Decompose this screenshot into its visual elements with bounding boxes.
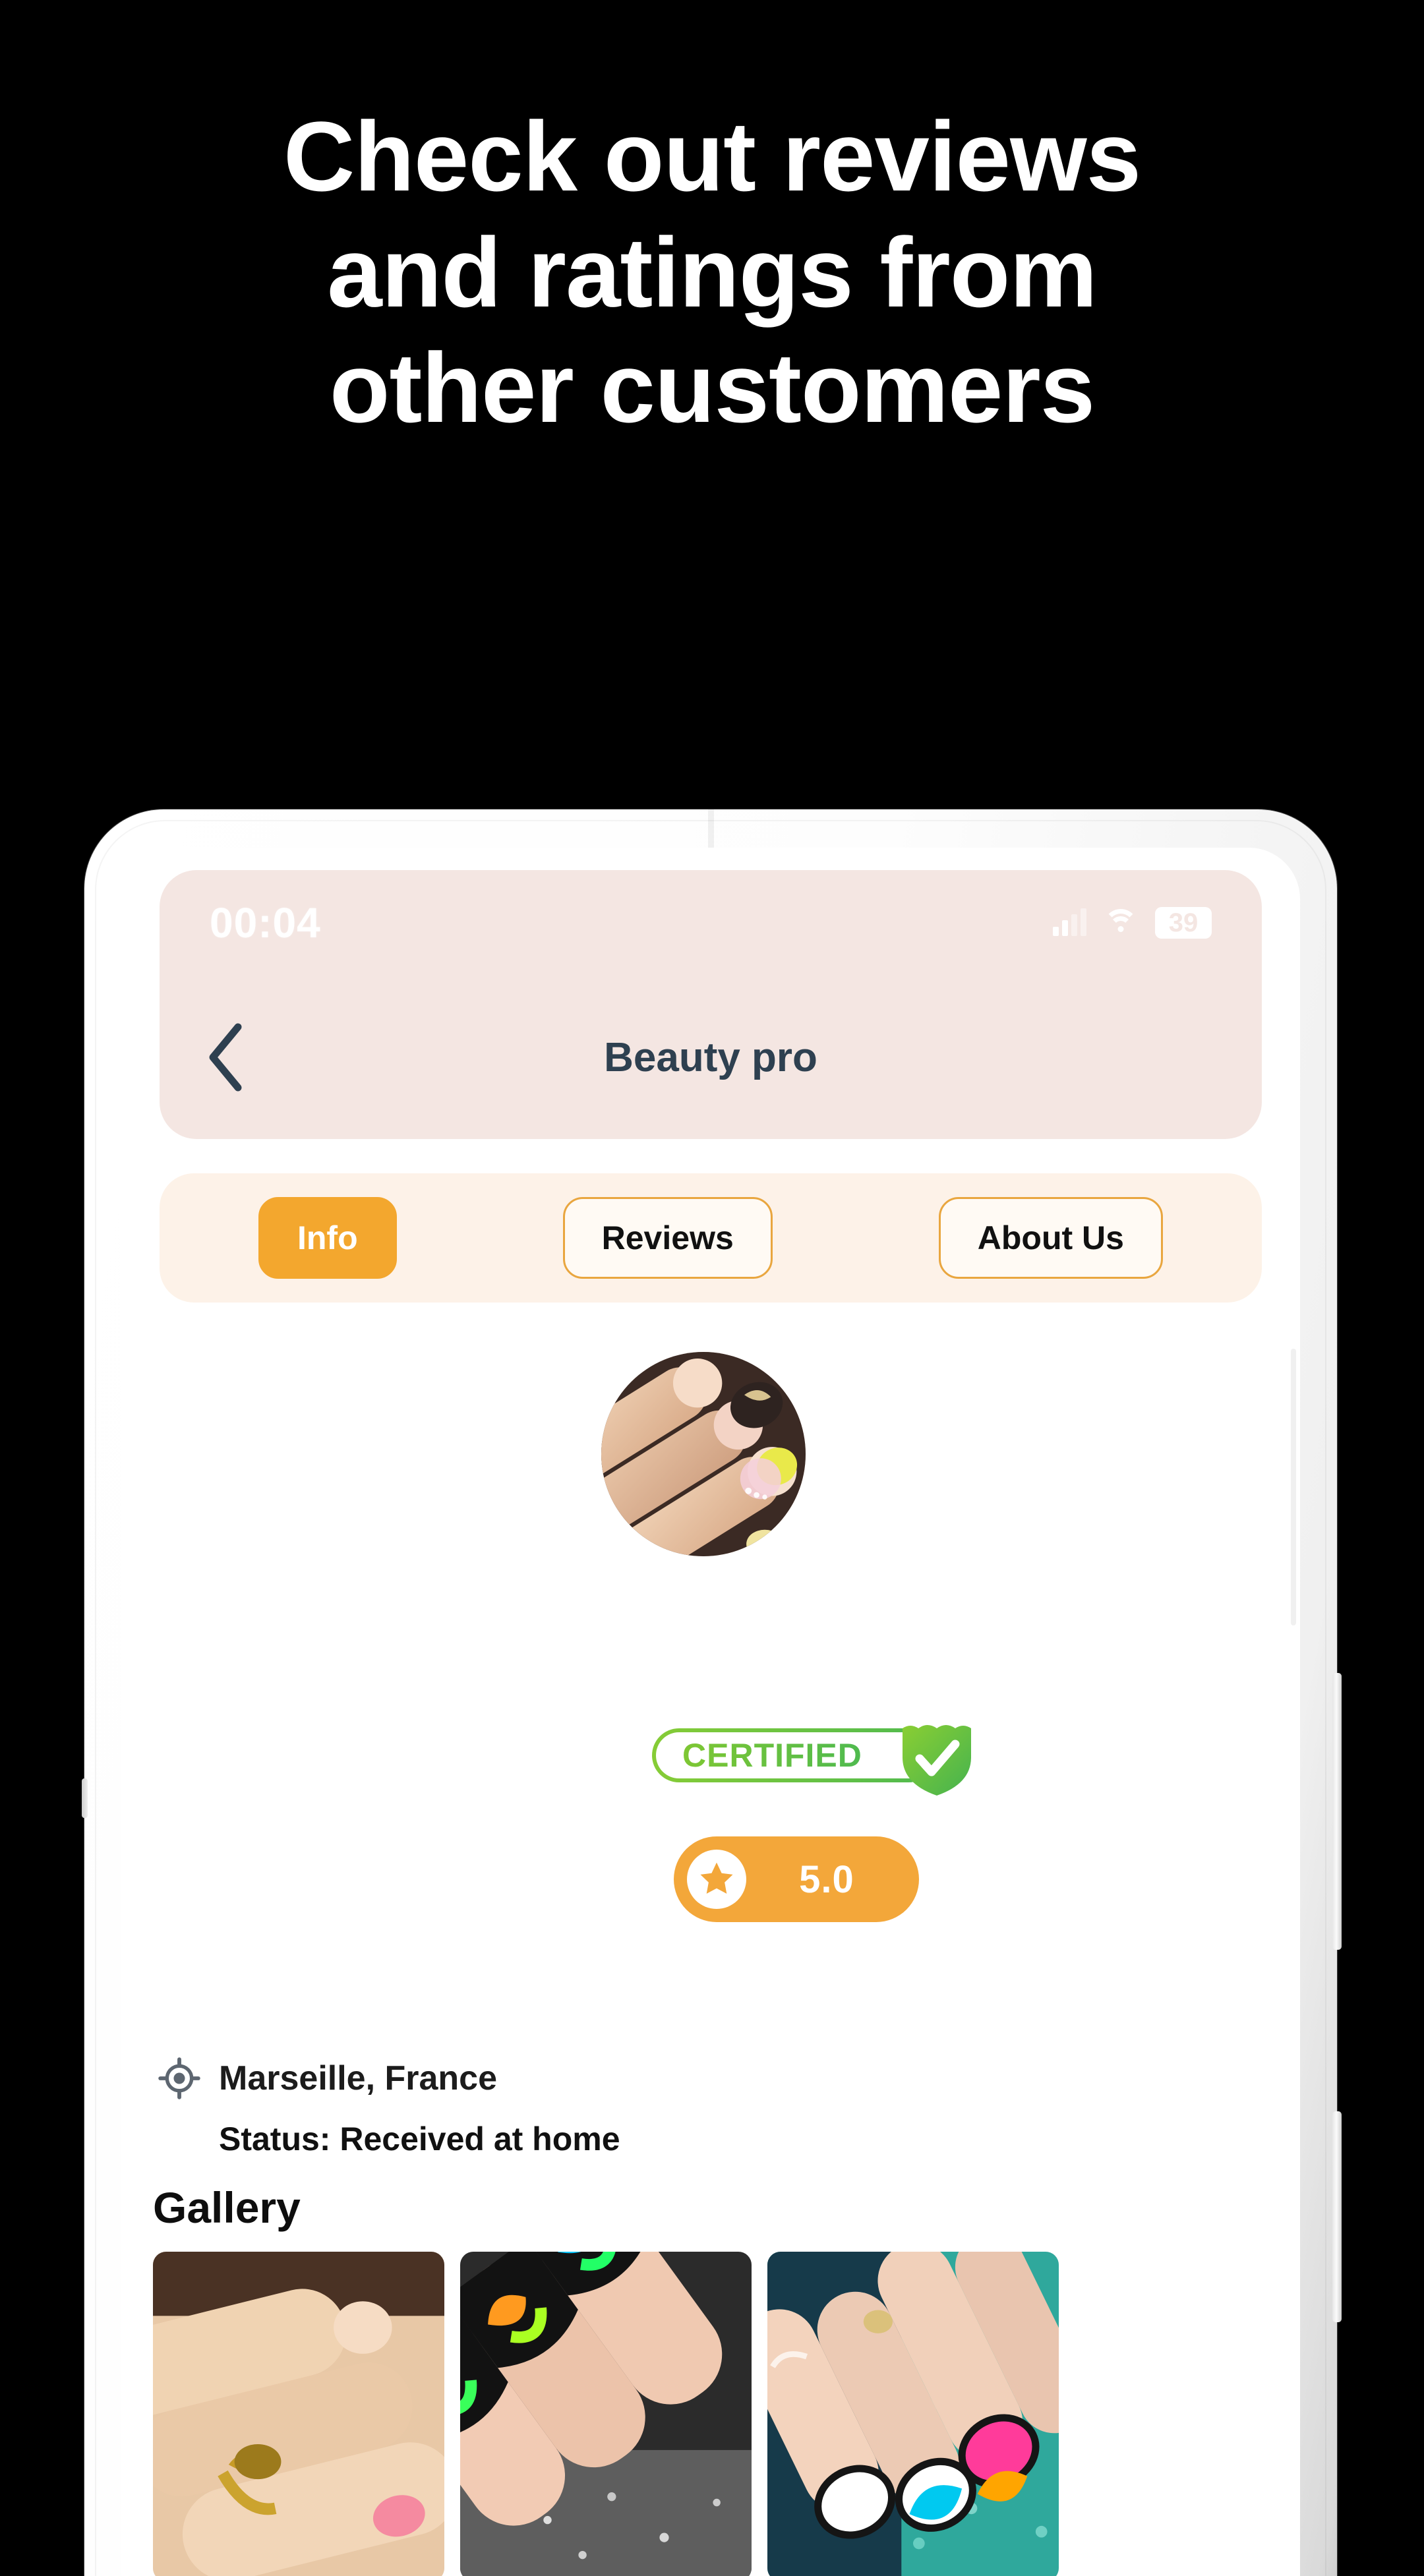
headline-line-1: Check out reviews [283, 101, 1141, 212]
battery-icon: 39 [1155, 907, 1212, 939]
chevron-left-icon[interactable] [189, 1021, 261, 1094]
gallery-image-1 [153, 2252, 444, 2576]
gallery-item-2[interactable] [460, 2252, 752, 2576]
gallery-heading: Gallery [153, 2183, 301, 2232]
tab-reviews[interactable]: Reviews [562, 1197, 773, 1279]
gallery-item-3[interactable] [767, 2252, 1059, 2576]
status-bar: 00:04 39 [160, 870, 1262, 976]
gallery-item-1[interactable] [153, 2252, 444, 2576]
certified-label: CERTIFIED [682, 1737, 862, 1774]
rating-badge[interactable]: 5.0 [674, 1836, 919, 1922]
location-row: Marseille, France [158, 2057, 497, 2099]
status-time: 00:04 [210, 899, 321, 947]
tab-bar: Info Reviews About Us [160, 1173, 1262, 1303]
gallery-image-2 [460, 2252, 752, 2576]
scrollbar[interactable] [1291, 1349, 1296, 1625]
nav-bar: Beauty pro [160, 976, 1262, 1139]
location-crosshair-icon [158, 2057, 200, 2099]
left-side-button[interactable] [82, 1778, 88, 1818]
headline-line-3: other customers [329, 332, 1095, 443]
promo-headline: Check out reviews and ratings from other… [0, 99, 1424, 446]
cellular-signal-icon [1053, 908, 1086, 936]
wifi-icon [1104, 909, 1138, 937]
tab-about-us[interactable]: About Us [938, 1197, 1163, 1279]
location-label: Marseille, France [219, 2059, 497, 2097]
gallery-image-3 [767, 2252, 1059, 2576]
volume-rocker-button[interactable] [1332, 1673, 1342, 1950]
power-button[interactable] [1332, 2111, 1342, 2322]
avatar-image [601, 1352, 806, 1556]
phone-mockup: 00:04 39 Beauty pro Info Reviews About U… [82, 809, 1342, 2576]
certified-badge: CERTIFIED [652, 1719, 1001, 1796]
avatar[interactable] [601, 1352, 806, 1556]
app-header-card: 00:04 39 Beauty pro [160, 870, 1262, 1139]
tab-info[interactable]: Info [258, 1197, 397, 1279]
gallery-grid [153, 2252, 1274, 2576]
rating-value: 5.0 [799, 1858, 854, 1901]
page-title: Beauty pro [604, 1034, 817, 1080]
star-icon [687, 1850, 746, 1909]
status-icons: 39 [1053, 907, 1212, 939]
status-label: Status: Received at home [219, 2121, 620, 2157]
star-glyph [700, 1862, 733, 1894]
certified-pill: CERTIFIED [652, 1728, 935, 1782]
shield-check-icon [903, 1725, 971, 1796]
phone-screen: 00:04 39 Beauty pro Info Reviews About U… [121, 848, 1300, 2576]
headline-line-2: and ratings from [327, 216, 1097, 328]
